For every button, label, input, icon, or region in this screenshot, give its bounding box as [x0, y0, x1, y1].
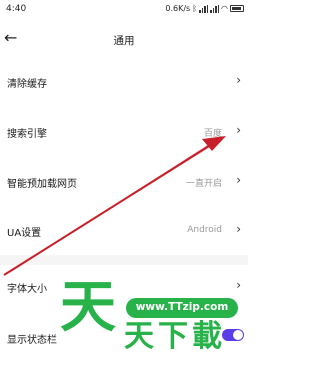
page-title: 通用	[113, 35, 135, 47]
watermark-logo: 天 www.TTzip.com 天下載	[60, 280, 240, 375]
bluetooth-icon: ᛒ	[192, 4, 198, 13]
setting-label: 显示状态栏	[7, 335, 57, 346]
setting-value: 百度	[203, 129, 222, 139]
watermark-text: 天下載	[124, 319, 226, 354]
watermark-url: www.TTzip.com	[135, 301, 229, 313]
setting-label: UA设置	[7, 228, 42, 239]
watermark-big-char: 天	[60, 275, 116, 340]
status-bar: 4:40 0.6K/s ᛒ ◠	[0, 0, 248, 22]
setting-clear-cache[interactable]: 清除缓存 ›	[0, 62, 248, 102]
network-speed: 0.6K/s	[165, 4, 191, 13]
chevron-right-icon: ›	[236, 222, 241, 236]
watermark-url-pill: www.TTzip.com	[126, 298, 238, 318]
setting-value: 一直开启	[185, 179, 222, 189]
status-icons: 0.6K/s ᛒ ◠	[165, 4, 244, 13]
title-bar: ← 通用	[0, 22, 248, 58]
setting-label: 字体大小	[7, 284, 47, 295]
status-time: 4:40	[6, 4, 27, 14]
chevron-right-icon: ›	[236, 123, 241, 137]
signal-icon	[199, 4, 209, 13]
setting-ua[interactable]: UA设置 Android ›	[0, 211, 248, 251]
setting-search-engine[interactable]: 搜索引擎 百度 ›	[0, 112, 248, 152]
setting-value: Android	[187, 225, 222, 235]
section-divider	[0, 255, 248, 265]
battery-icon	[230, 5, 244, 12]
setting-label: 智能预加载网页	[7, 179, 77, 190]
setting-label: 清除缓存	[7, 79, 47, 90]
setting-label: 搜索引擎	[7, 129, 47, 140]
signal-icon-2	[210, 4, 220, 13]
chevron-right-icon: ›	[236, 173, 241, 187]
wifi-icon: ◠	[221, 4, 228, 13]
chevron-right-icon: ›	[236, 73, 241, 87]
setting-smart-preload[interactable]: 智能预加载网页 一直开启 ›	[0, 162, 248, 202]
